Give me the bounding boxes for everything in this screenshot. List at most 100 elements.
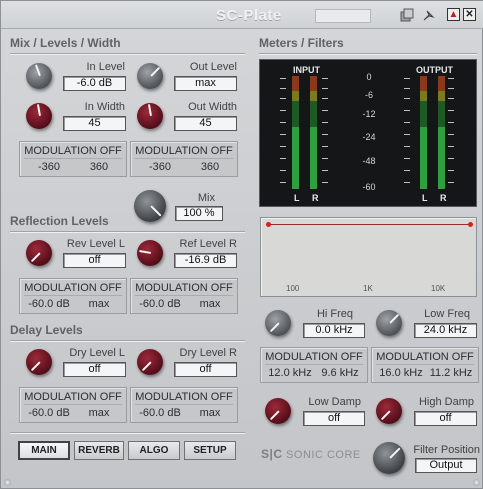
out-width-knob[interactable] xyxy=(137,103,163,129)
tab-main[interactable]: MAIN xyxy=(18,441,70,460)
meter-tick xyxy=(448,146,454,147)
meter-scale-label: 0 xyxy=(366,72,372,82)
mix-label: Mix xyxy=(197,192,215,204)
dry-level-l-label: Dry Level L xyxy=(69,347,125,359)
close-button[interactable]: ✕ xyxy=(463,8,476,21)
tab-reverb[interactable]: REVERB xyxy=(74,441,124,460)
copy-icon[interactable] xyxy=(399,8,414,23)
filter-position-value[interactable]: Output xyxy=(415,458,477,473)
modulation-max[interactable]: max xyxy=(76,298,122,310)
meter-scale-label: -12 xyxy=(362,109,376,119)
modulation-box-low-freq[interactable]: MODULATION OFF 16.0 kHz 11.2 kHz xyxy=(371,347,479,383)
modulation-max[interactable]: 9.6 kHz xyxy=(317,367,363,379)
meter-scale-label: -48 xyxy=(362,156,376,166)
filter-graph[interactable]: 100 1K 10K xyxy=(260,217,477,297)
meter-tick xyxy=(448,134,454,135)
meter-tick xyxy=(280,134,286,135)
meter-scale-label: -6 xyxy=(364,90,373,100)
ref-level-r-knob[interactable] xyxy=(137,240,163,266)
meter-tick xyxy=(280,146,286,147)
meter-tick xyxy=(280,158,286,159)
modulation-min[interactable]: -360 xyxy=(137,161,183,173)
modulation-min[interactable]: 12.0 kHz xyxy=(267,367,313,379)
mix-knob[interactable] xyxy=(134,190,166,222)
dry-level-r-knob[interactable] xyxy=(137,349,163,375)
hi-freq-label: Hi Freq xyxy=(316,308,353,320)
meter-input-r-label: R xyxy=(312,193,319,203)
modulation-title: MODULATION OFF xyxy=(24,145,122,157)
section-mix-title: Mix / Levels / Width xyxy=(10,36,121,50)
low-freq-label: Low Freq xyxy=(424,308,470,320)
dry-level-r-value[interactable]: off xyxy=(174,362,237,377)
modulation-max[interactable]: max xyxy=(76,407,122,419)
dry-level-l-value[interactable]: off xyxy=(63,362,126,377)
filter-handle-low[interactable] xyxy=(266,222,271,227)
minimize-button[interactable]: ▲ xyxy=(447,8,460,21)
meter-scale-label: -24 xyxy=(362,132,376,142)
modulation-min[interactable]: -60.0 dB xyxy=(137,407,183,419)
sc-plate-plugin: SC-Plate ▲ ✕ Mix / Levels / Width In Lev… xyxy=(0,0,483,489)
modulation-separator xyxy=(135,158,233,159)
modulation-max[interactable]: max xyxy=(187,407,233,419)
low-freq-value[interactable]: 24.0 kHz xyxy=(414,323,477,338)
dry-level-l-knob[interactable] xyxy=(26,349,52,375)
in-level-knob[interactable] xyxy=(26,63,52,89)
pin-icon[interactable] xyxy=(421,8,436,23)
brand-mark: S|C xyxy=(261,447,283,461)
rev-level-l-knob[interactable] xyxy=(26,240,52,266)
meter-tick xyxy=(404,110,410,111)
out-level-knob[interactable] xyxy=(137,63,163,89)
meter-bar-input-r xyxy=(310,76,317,189)
modulation-box-rev-l[interactable]: MODULATION OFF -60.0 dB max xyxy=(19,278,127,314)
modulation-min[interactable]: -360 xyxy=(26,161,72,173)
ref-level-r-label: Ref Level R xyxy=(179,238,237,250)
in-level-value[interactable]: -6.0 dB xyxy=(63,76,126,91)
modulation-max[interactable]: max xyxy=(187,298,233,310)
modulation-box-in[interactable]: MODULATION OFF -360 360 xyxy=(19,141,127,177)
ref-level-r-value[interactable]: -16.9 dB xyxy=(174,253,237,268)
mix-value[interactable]: 100 % xyxy=(175,206,223,221)
meter-tick xyxy=(404,146,410,147)
tab-algo[interactable]: ALGO xyxy=(128,441,180,460)
high-damp-knob[interactable] xyxy=(376,398,402,424)
rev-level-l-value[interactable]: off xyxy=(63,253,126,268)
in-width-knob[interactable] xyxy=(26,103,52,129)
meter-tick xyxy=(280,182,286,183)
meter-tick xyxy=(280,110,286,111)
brand-name: SONIC CORE xyxy=(286,449,361,461)
hi-freq-value[interactable]: 0.0 kHz xyxy=(303,323,365,338)
modulation-max[interactable]: 11.2 kHz xyxy=(428,367,474,379)
preset-name-field[interactable] xyxy=(315,9,371,23)
modulation-box-ref-r[interactable]: MODULATION OFF -60.0 dB max xyxy=(130,278,238,314)
modulation-max[interactable]: 360 xyxy=(187,161,233,173)
modulation-min[interactable]: -60.0 dB xyxy=(26,407,72,419)
modulation-max[interactable]: 360 xyxy=(76,161,122,173)
modulation-box-dry-l[interactable]: MODULATION OFF -60.0 dB max xyxy=(19,387,127,423)
low-freq-knob[interactable] xyxy=(376,310,402,336)
filter-handle-high[interactable] xyxy=(468,222,473,227)
low-damp-value[interactable]: off xyxy=(303,411,365,426)
modulation-separator xyxy=(24,404,122,405)
modulation-min[interactable]: 16.0 kHz xyxy=(378,367,424,379)
section-divider xyxy=(10,432,245,434)
out-level-value[interactable]: max xyxy=(174,76,237,91)
hi-freq-knob[interactable] xyxy=(265,310,291,336)
meter-bar-output-r xyxy=(438,76,445,189)
meter-tick xyxy=(322,122,328,123)
out-width-value[interactable]: 45 xyxy=(174,116,237,131)
modulation-min[interactable]: -60.0 dB xyxy=(26,298,72,310)
in-width-value[interactable]: 45 xyxy=(63,116,126,131)
out-width-label: Out Width xyxy=(188,101,237,113)
modulation-min[interactable]: -60.0 dB xyxy=(137,298,183,310)
meter-tick xyxy=(322,98,328,99)
modulation-separator xyxy=(24,158,122,159)
modulation-separator xyxy=(135,295,233,296)
modulation-box-out[interactable]: MODULATION OFF -360 360 xyxy=(130,141,238,177)
title-bar: SC-Plate ▲ ✕ xyxy=(1,1,483,29)
tab-setup[interactable]: SETUP xyxy=(184,441,236,460)
meter-output-r-label: R xyxy=(440,193,447,203)
low-damp-knob[interactable] xyxy=(265,398,291,424)
modulation-box-dry-r[interactable]: MODULATION OFF -60.0 dB max xyxy=(130,387,238,423)
modulation-box-hi-freq[interactable]: MODULATION OFF 12.0 kHz 9.6 kHz xyxy=(260,347,368,383)
high-damp-value[interactable]: off xyxy=(414,411,477,426)
